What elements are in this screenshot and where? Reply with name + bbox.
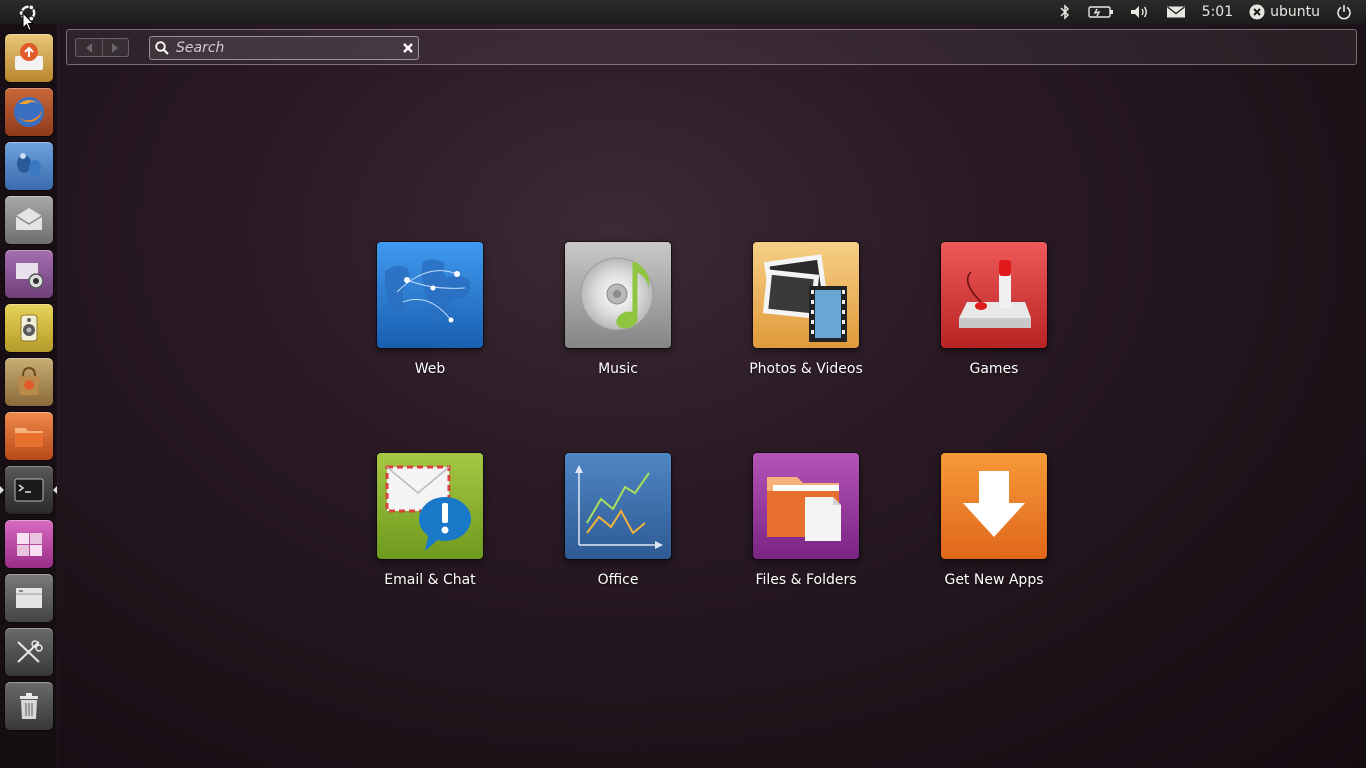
active-indicator (53, 486, 57, 494)
launcher-empathy[interactable] (5, 142, 53, 190)
mail-envelope-icon (15, 208, 43, 230)
terminal-icon (14, 478, 44, 502)
tile-games[interactable]: Games (908, 242, 1068, 392)
tile-office[interactable]: Office (532, 453, 692, 603)
tile-label: Photos & Videos (749, 361, 863, 377)
software-center-icon (18, 366, 40, 395)
music-cd-icon (565, 242, 671, 348)
dash-nav (75, 38, 129, 57)
back-arrow-icon (85, 42, 92, 53)
tile-label: Get New Apps (944, 572, 1044, 588)
launcher-software-center[interactable] (5, 358, 53, 406)
trash-icon (20, 693, 38, 719)
forward-arrow-icon (112, 42, 119, 53)
indicator-area: 5:01 ubuntu (1050, 0, 1360, 24)
tile-music[interactable]: Music (532, 242, 692, 392)
tile-label: Office (597, 572, 639, 588)
launcher (0, 24, 58, 768)
back-button[interactable] (76, 39, 102, 56)
volume-icon[interactable] (1122, 0, 1158, 24)
web-globe-icon (377, 242, 483, 348)
launcher-workspaces[interactable] (5, 520, 53, 568)
tile-photos-videos[interactable]: Photos & Videos (720, 242, 880, 392)
tile-label: Email & Chat (384, 572, 476, 588)
speaker-icon (20, 314, 38, 342)
games-joystick-icon (941, 242, 1047, 348)
battery-icon[interactable] (1080, 0, 1122, 24)
email-chat-icon (377, 453, 483, 559)
session-menu[interactable]: ubuntu (1241, 0, 1328, 24)
office-chart-icon (565, 453, 671, 559)
clear-search-icon[interactable] (402, 42, 414, 54)
tile-get-new-apps[interactable]: Get New Apps (908, 453, 1068, 603)
folder-icon (15, 428, 43, 447)
tile-email-chat[interactable]: Email & Chat (344, 453, 504, 603)
launcher-speaker[interactable] (5, 304, 53, 352)
download-arrow-icon (941, 453, 1047, 559)
launcher-firefox[interactable] (5, 88, 53, 136)
launcher-trash[interactable] (5, 682, 53, 730)
dash-search-bar (66, 29, 1357, 65)
launcher-files[interactable] (5, 412, 53, 460)
search-icon (155, 41, 169, 55)
files-folders-icon (753, 453, 859, 559)
top-panel: 5:01 ubuntu (0, 0, 1366, 24)
tile-files-folders[interactable]: Files & Folders (720, 453, 880, 603)
launcher-cheese[interactable] (5, 250, 53, 298)
photos-videos-icon (753, 242, 859, 348)
forward-button[interactable] (101, 39, 128, 56)
clock-label[interactable]: 5:01 (1194, 0, 1241, 24)
running-indicator (0, 486, 4, 494)
session-x-icon (1249, 4, 1265, 20)
tile-label: Music (598, 361, 638, 377)
firefox-icon (14, 97, 44, 127)
launcher-screenshot[interactable] (5, 628, 53, 676)
mail-icon[interactable] (1158, 0, 1194, 24)
search-input[interactable] (176, 39, 396, 57)
file-cabinet-icon (16, 588, 42, 608)
webcam-icon (16, 263, 44, 289)
workspace-switcher-icon (17, 533, 42, 556)
tile-label: Files & Folders (755, 572, 857, 588)
launcher-mail[interactable] (5, 196, 53, 244)
user-name-label: ubuntu (1270, 4, 1320, 20)
update-manager-icon (15, 43, 43, 70)
tile-web[interactable]: Web (344, 242, 504, 392)
search-box[interactable] (149, 36, 419, 60)
empathy-icon (17, 153, 41, 176)
launcher-update-manager[interactable] (5, 34, 53, 82)
tile-label: Web (414, 361, 446, 377)
bluetooth-icon[interactable] (1050, 0, 1080, 24)
tile-label: Games (969, 361, 1019, 377)
launcher-file-browser[interactable] (5, 574, 53, 622)
screenshot-icon (17, 640, 43, 663)
mouse-pointer-icon (22, 12, 34, 32)
launcher-terminal[interactable] (5, 466, 53, 514)
power-icon[interactable] (1328, 0, 1360, 24)
